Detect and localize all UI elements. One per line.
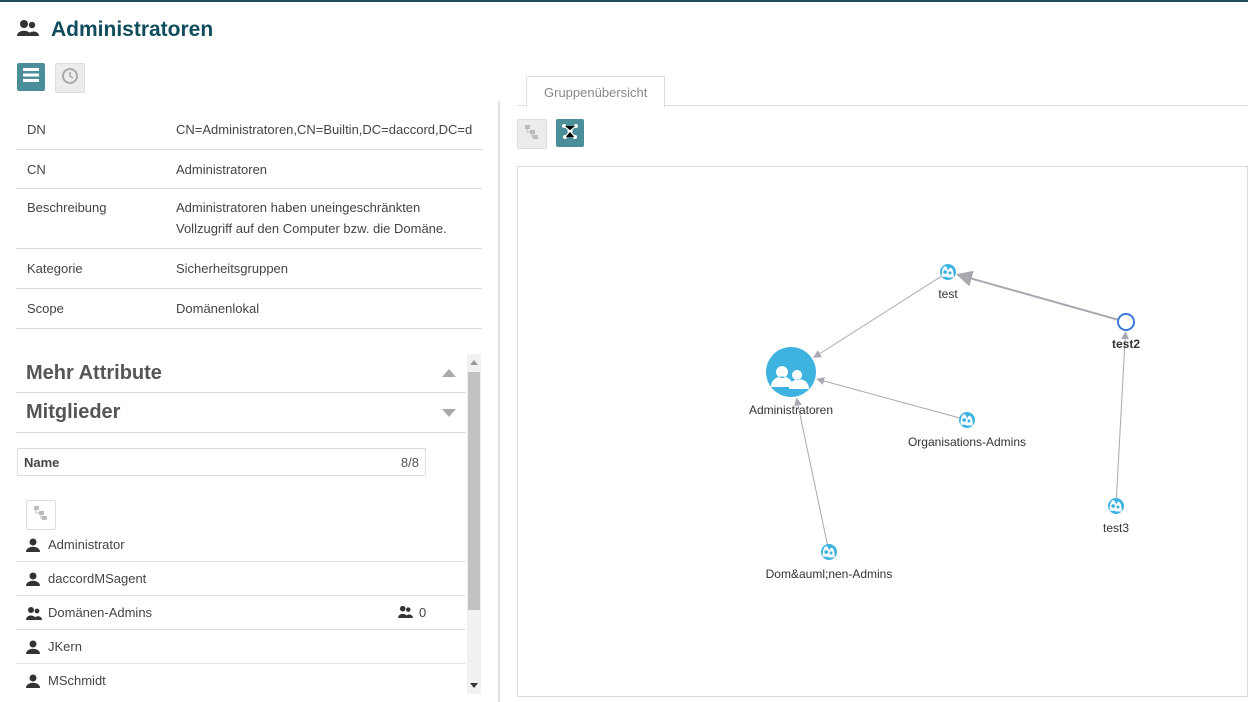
attribute-table: DN CN=Administratoren,CN=Builtin,DC=dacc… — [16, 110, 482, 329]
attribute-value: CN=Administratoren,CN=Builtin,DC=daccord… — [176, 122, 473, 137]
user-icon — [26, 538, 42, 552]
members-list: Administrator daccordMSagent Domänen-Adm… — [16, 528, 466, 696]
node-label: Organisations-Admins — [908, 435, 1026, 449]
attribute-key: Scope — [27, 301, 64, 316]
graph-node-domadmins[interactable]: Dom&auml;nen-Admins — [766, 544, 893, 581]
group-icon — [26, 606, 42, 620]
list-item[interactable]: Administrator — [16, 528, 466, 562]
panel-splitter[interactable] — [498, 101, 500, 702]
member-name: Administrator — [48, 537, 125, 552]
attribute-value: Administratoren — [176, 161, 268, 177]
column-name: Name — [24, 454, 60, 470]
attribute-value: Sicherheitsgruppen — [176, 261, 289, 276]
graph-view-toggle[interactable] — [556, 119, 584, 147]
hierarchy-icon — [525, 124, 539, 144]
node-label: test — [938, 287, 958, 301]
graph-edge — [816, 377, 960, 419]
group-icon — [398, 605, 413, 621]
graph-node-orgadmins[interactable]: Organisations-Admins — [908, 412, 1026, 449]
graph-node-test[interactable]: test — [938, 264, 958, 301]
details-panel: Mehr Attribute Mitglieder Name 8/8 Admin… — [16, 354, 466, 696]
history-icon — [61, 67, 79, 90]
node-label: Administratoren — [749, 403, 833, 417]
graph-edge — [794, 397, 828, 545]
attribute-key: Kategorie — [27, 261, 83, 276]
member-name: daccordMSagent — [48, 571, 147, 586]
member-name: JKern — [48, 639, 82, 654]
list-item[interactable]: daccordMSagent — [16, 562, 466, 596]
node-circle[interactable] — [1117, 313, 1135, 331]
attribute-key: Beschreibung — [27, 200, 107, 215]
attribute-key: CN — [27, 161, 46, 177]
scroll-up-icon[interactable] — [470, 360, 478, 365]
tree-view-button[interactable] — [26, 500, 56, 530]
attribute-value: Administratoren haben uneingeschränkten … — [176, 200, 447, 236]
list-item[interactable]: Domänen-Admins 0 — [16, 596, 466, 630]
attribute-row-description: Beschreibung Administratoren haben unein… — [16, 189, 482, 249]
attribute-row-cn: CN Administratoren — [16, 150, 482, 189]
history-button[interactable] — [55, 63, 85, 93]
section-label: Mehr Attribute — [26, 361, 162, 384]
tab-group-overview[interactable]: Gruppenübersicht — [526, 76, 666, 108]
member-name: Domänen-Admins — [48, 605, 153, 620]
graph-edge — [1115, 331, 1130, 499]
member-count: 8/8 — [400, 454, 419, 470]
list-item[interactable]: MSchmidt — [16, 664, 466, 696]
members-scrollbar[interactable] — [467, 354, 481, 694]
scroll-thumb[interactable] — [468, 372, 480, 610]
user-icon — [26, 674, 42, 688]
more-attributes-section[interactable]: Mehr Attribute — [16, 354, 466, 393]
expand-icon[interactable] — [442, 408, 456, 417]
group-icon — [17, 19, 39, 42]
members-name-header[interactable]: Name 8/8 — [17, 448, 426, 476]
attribute-key: DN — [27, 122, 46, 137]
subgroup-count: 0 — [398, 605, 426, 621]
count-value: 0 — [419, 605, 427, 620]
list-icon — [23, 67, 39, 88]
graph-node-admins[interactable]: Administratoren — [749, 347, 833, 417]
graph-edge — [956, 270, 1119, 321]
node-circle[interactable] — [766, 347, 816, 397]
section-label: Mitglieder — [26, 401, 121, 423]
tree-view-toggle[interactable] — [517, 119, 547, 149]
attribute-row-category: Kategorie Sicherheitsgruppen — [16, 249, 482, 289]
hierarchy-icon — [34, 505, 48, 525]
graph-edge — [813, 275, 942, 358]
attribute-row-dn: DN CN=Administratoren,CN=Builtin,DC=dacc… — [16, 110, 482, 150]
node-label: Dom&auml;nen-Admins — [766, 567, 893, 581]
collapse-icon[interactable] — [442, 369, 456, 377]
list-item[interactable]: JKern — [16, 630, 466, 664]
attribute-row-scope: Scope Domänenlokal — [16, 289, 482, 329]
scroll-down-icon[interactable] — [470, 683, 478, 688]
group-graph[interactable]: Administratoren test test2 Organisations-Ad… — [517, 166, 1248, 697]
graph-node-test3[interactable]: test3 — [1103, 498, 1129, 535]
user-icon — [26, 640, 42, 654]
graph-canvas[interactable]: Administratoren test test2 Organisations-Ad… — [518, 167, 1248, 698]
node-label: test3 — [1103, 521, 1129, 535]
user-icon — [26, 572, 42, 586]
members-section[interactable]: Mitglieder — [16, 393, 466, 433]
top-border — [0, 0, 1248, 2]
page-header: Administratoren — [17, 18, 213, 42]
list-view-button[interactable] — [17, 63, 45, 91]
node-label: test2 — [1112, 337, 1140, 351]
network-icon — [561, 122, 579, 145]
attribute-value: Domänenlokal — [176, 301, 260, 316]
page-title: Administratoren — [51, 18, 214, 41]
member-name: MSchmidt — [48, 673, 106, 688]
